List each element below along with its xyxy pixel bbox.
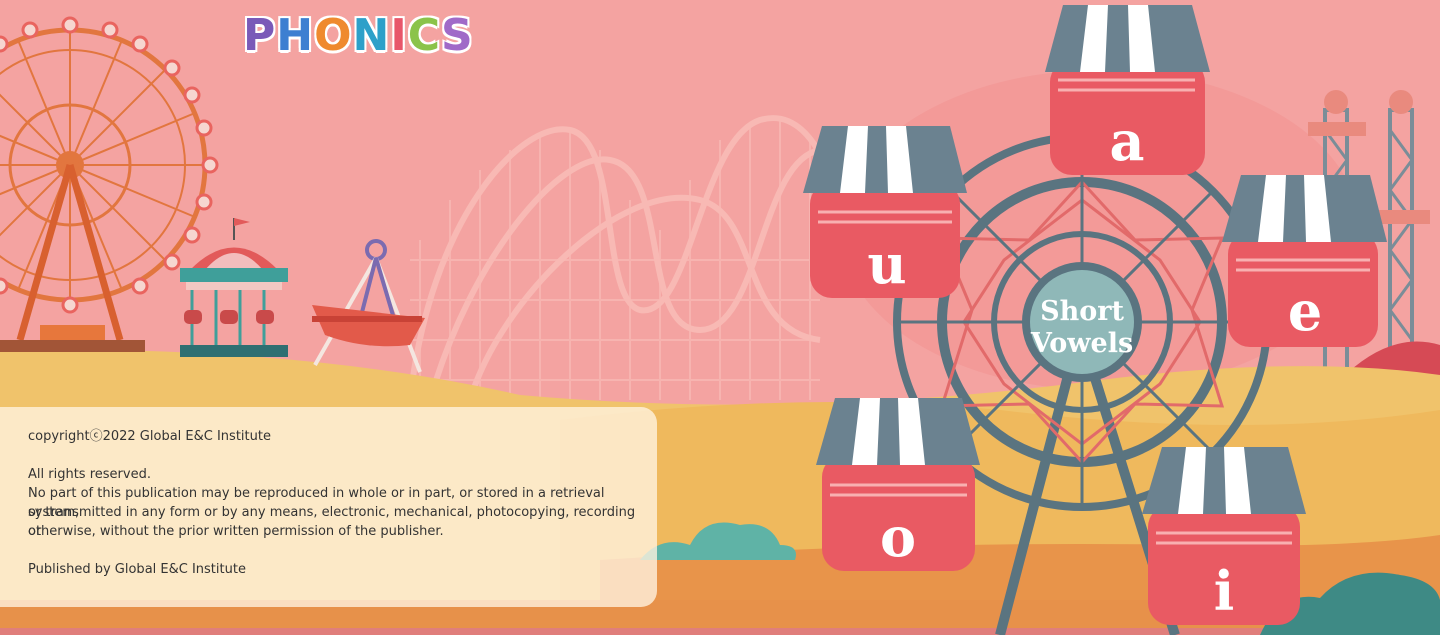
phonics-logo: PHONICS [243,10,474,61]
vowel-o-label: o [880,505,916,569]
hub-title-line2: Vowels [1030,328,1133,359]
logo-letter: C [407,10,441,61]
logo-letter: O [314,10,353,61]
copyright-body-3: otherwise, without the prior written per… [28,524,444,539]
copyright-panel: copyrightⓒ2022 Global E&C Institute All … [0,407,657,607]
rights-reserved: All rights reserved. [28,467,151,482]
vowel-u-label: u [867,232,906,296]
logo-letter: I [390,10,408,61]
publisher-line: Published by Global E&C Institute [28,562,246,577]
logo-letter: P [243,10,277,61]
logo-letter: H [276,10,315,61]
vowel-a-label: a [1110,109,1145,173]
copyright-line: copyrightⓒ2022 Global E&C Institute [28,429,271,444]
vowel-i-label: i [1214,559,1235,623]
vowel-e-label: e [1288,279,1322,343]
logo-letter: N [352,10,391,61]
hub-title-line1: Short [1040,296,1124,327]
logo-letter: S [440,10,474,61]
